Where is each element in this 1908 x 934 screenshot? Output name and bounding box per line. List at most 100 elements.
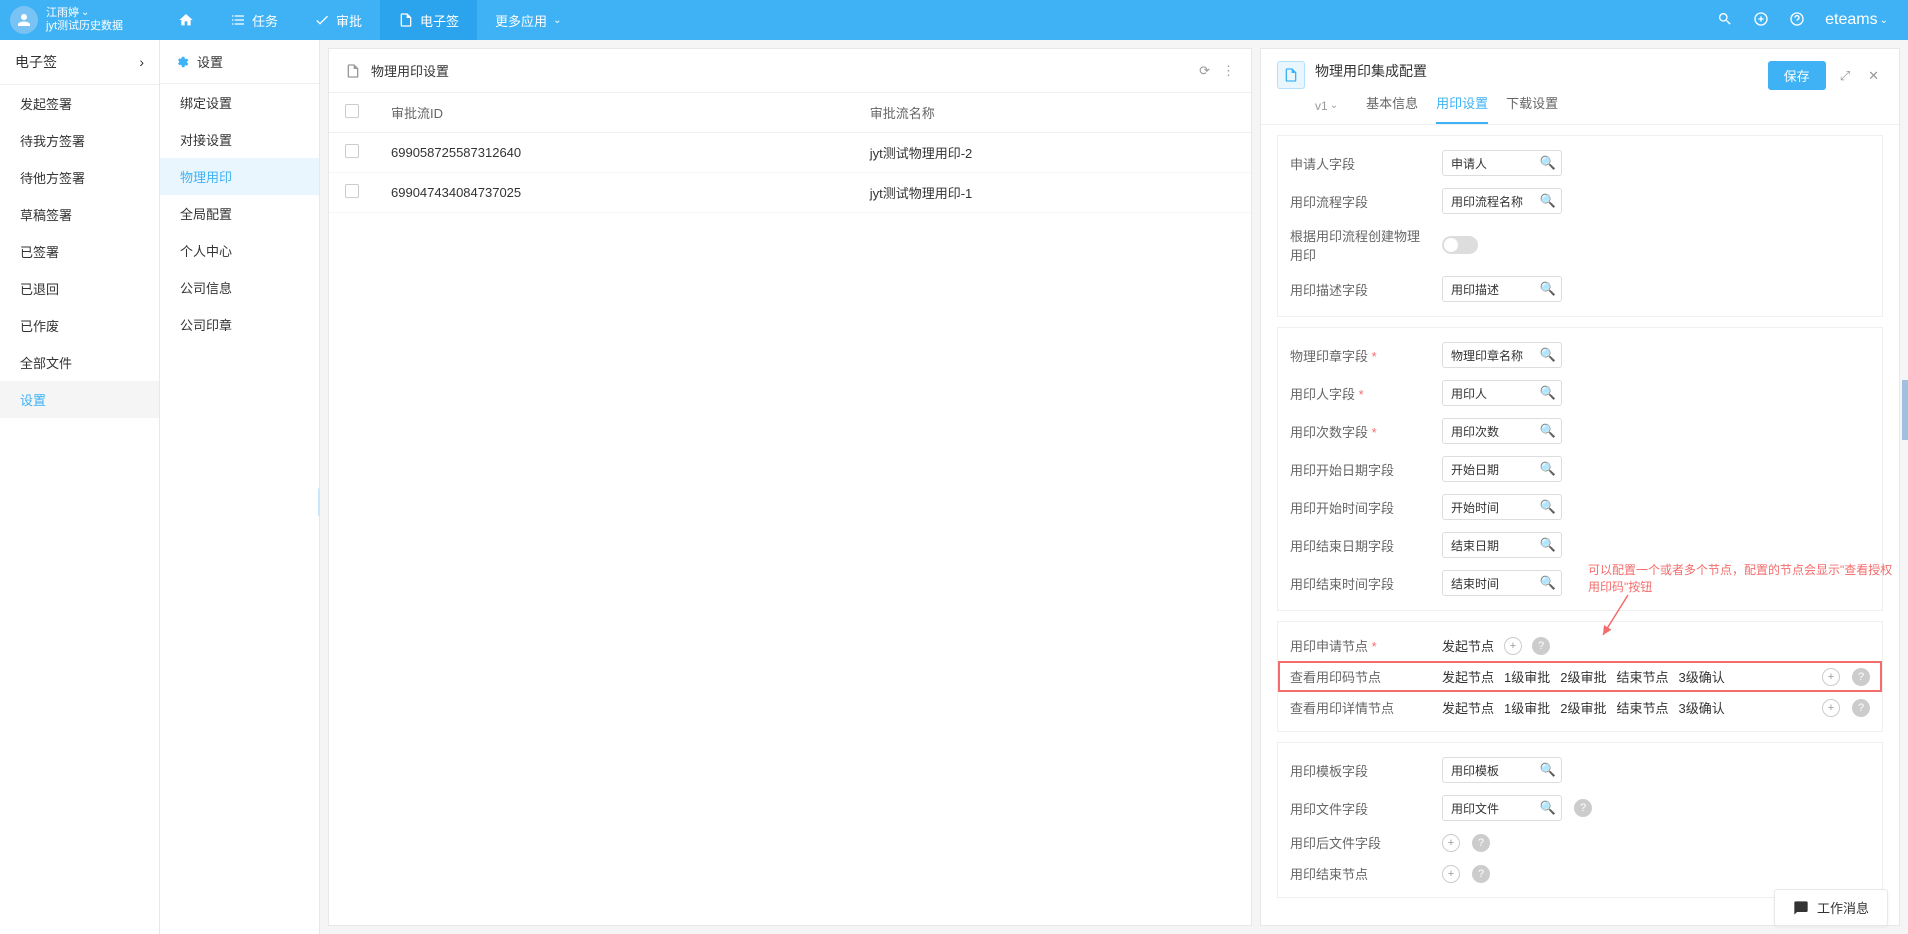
settings-item-company-info[interactable]: 公司信息 — [160, 269, 319, 306]
start-time-label: 用印开始时间字段 — [1290, 498, 1430, 517]
view-detail-node-label: 查看用印详情节点 — [1290, 698, 1430, 717]
refresh-icon[interactable]: ⟳ — [1199, 63, 1210, 79]
scrollbar[interactable] — [1902, 380, 1908, 440]
top-navigation: 江雨婷⌄ jyt测试历史数据 任务 审批 电子签 更多应用⌄ eteams⌄ — [0, 0, 1908, 40]
node-tag: 发起节点 — [1442, 667, 1494, 686]
end-date-label: 用印结束日期字段 — [1290, 536, 1430, 555]
help-icon[interactable]: ? — [1852, 668, 1870, 686]
user-section[interactable]: 江雨婷⌄ jyt测试历史数据 — [10, 6, 160, 34]
add-node-button[interactable]: + — [1822, 699, 1840, 717]
nav-approval[interactable]: 审批 — [296, 0, 380, 40]
form-section-4: 用印模板字段 🔍 用印文件字段 🔍 ? 用印后文件字段 + ? 用印结束 — [1277, 742, 1883, 898]
help-icon[interactable]: ? — [1574, 799, 1592, 817]
nav-home[interactable] — [160, 0, 212, 40]
help-icon[interactable]: ? — [1472, 865, 1490, 883]
help-icon[interactable]: ? — [1472, 834, 1490, 852]
avatar[interactable] — [10, 6, 38, 34]
tab-seal-settings[interactable]: 用印设置 — [1436, 87, 1488, 124]
search-icon[interactable]: 🔍 — [1540, 347, 1556, 363]
add-icon[interactable] — [1753, 11, 1769, 30]
nav-more[interactable]: 更多应用⌄ — [477, 0, 579, 40]
node-tag: 3级确认 — [1679, 698, 1725, 717]
more-icon[interactable]: ⋮ — [1222, 63, 1235, 79]
create-physical-label: 根据用印流程创建物理用印 — [1290, 226, 1430, 264]
help-icon[interactable]: ? — [1532, 637, 1550, 655]
search-icon[interactable]: 🔍 — [1540, 800, 1556, 816]
nav-right: eteams⌄ — [1717, 11, 1898, 30]
sidebar-item-draft[interactable]: 草稿签署 — [0, 196, 159, 233]
add-node-button[interactable]: + — [1504, 637, 1522, 655]
view-code-node-label: 查看用印码节点 — [1290, 667, 1430, 686]
sidebar-item-allfiles[interactable]: 全部文件 — [0, 344, 159, 381]
close-icon[interactable]: ✕ — [1864, 64, 1883, 88]
file-field-label: 用印文件字段 — [1290, 799, 1430, 818]
expand-icon[interactable]: ⤢ — [1836, 64, 1854, 88]
search-icon[interactable]: 🔍 — [1540, 281, 1556, 297]
search-icon[interactable]: 🔍 — [1540, 193, 1556, 209]
nav-esign[interactable]: 电子签 — [380, 0, 477, 40]
settings-item-global[interactable]: 全局配置 — [160, 195, 319, 232]
detail-panel: 物理用印集成配置 v1⌄ 基本信息 用印设置 下载设置 保存 ⤢ ✕ — [1260, 48, 1900, 926]
sidebar-item-pending-other[interactable]: 待他方签署 — [0, 159, 159, 196]
chevron-down-icon[interactable]: ⌄ — [81, 7, 89, 19]
sidebar-esign: 电子签 › 发起签署 待我方签署 待他方签署 草稿签署 已签署 已退回 已作废 … — [0, 40, 160, 934]
user-subtitle: jyt测试历史数据 — [46, 20, 123, 33]
node-tag: 结束节点 — [1616, 667, 1668, 686]
search-icon[interactable]: 🔍 — [1540, 537, 1556, 553]
row-checkbox[interactable] — [345, 144, 359, 158]
search-icon[interactable]: 🔍 — [1540, 499, 1556, 515]
sidebar-title[interactable]: 电子签 › — [0, 40, 159, 85]
end-time-label: 用印结束时间字段 — [1290, 574, 1430, 593]
settings-item-physical[interactable]: 物理用印 — [160, 158, 319, 195]
search-icon[interactable]: 🔍 — [1540, 575, 1556, 591]
settings-header: 设置 — [160, 40, 319, 84]
create-physical-toggle[interactable] — [1442, 236, 1478, 254]
row-checkbox[interactable] — [345, 184, 359, 198]
checkbox-all[interactable] — [345, 104, 359, 118]
nav-items: 任务 审批 电子签 更多应用⌄ — [160, 0, 579, 40]
work-message-button[interactable]: 工作消息 — [1774, 889, 1888, 926]
search-icon[interactable]: 🔍 — [1540, 461, 1556, 477]
sidebar-item-pending-mine[interactable]: 待我方签署 — [0, 122, 159, 159]
user-field-label: 用印人字段 — [1290, 384, 1430, 403]
sidebar-item-signed[interactable]: 已签署 — [0, 233, 159, 270]
help-icon[interactable] — [1789, 11, 1805, 30]
add-button[interactable]: + — [1442, 865, 1460, 883]
version-selector[interactable]: v1⌄ — [1315, 87, 1338, 124]
search-icon[interactable]: 🔍 — [1540, 385, 1556, 401]
node-tag: 2级审批 — [1560, 698, 1606, 717]
settings-item-binding[interactable]: 绑定设置 — [160, 84, 319, 121]
detail-doc-icon — [1277, 61, 1305, 89]
col-approval-id: 审批流ID — [375, 93, 854, 133]
add-node-button[interactable]: + — [1822, 668, 1840, 686]
search-icon[interactable]: 🔍 — [1540, 762, 1556, 778]
node-tag: 3级确认 — [1679, 667, 1725, 686]
node-tag: 1级审批 — [1504, 667, 1550, 686]
table-row[interactable]: 699058725587312640 jyt测试物理用印-2 — [329, 133, 1251, 173]
settings-item-personal[interactable]: 个人中心 — [160, 232, 319, 269]
end-node-field-label: 用印结束节点 — [1290, 864, 1430, 883]
search-icon[interactable]: 🔍 — [1540, 155, 1556, 171]
sidebar-item-settings[interactable]: 设置 — [0, 381, 159, 418]
view-code-node-row: 查看用印码节点 发起节点 1级审批 2级审批 结束节点 3级确认 + ? — [1278, 661, 1882, 692]
settings-item-company-seal[interactable]: 公司印章 — [160, 306, 319, 343]
sidebar-item-returned[interactable]: 已退回 — [0, 270, 159, 307]
save-button[interactable]: 保存 — [1768, 61, 1826, 90]
table-row[interactable]: 699047434084737025 jyt测试物理用印-1 — [329, 173, 1251, 213]
add-button[interactable]: + — [1442, 834, 1460, 852]
tab-basic-info[interactable]: 基本信息 — [1366, 87, 1418, 124]
after-file-field-label: 用印后文件字段 — [1290, 833, 1430, 852]
nav-tasks[interactable]: 任务 — [212, 0, 296, 40]
settings-item-docking[interactable]: 对接设置 — [160, 121, 319, 158]
sidebar-item-voided[interactable]: 已作废 — [0, 307, 159, 344]
tab-download-settings[interactable]: 下载设置 — [1506, 87, 1558, 124]
apply-node-label: 用印申请节点 — [1290, 636, 1430, 655]
process-field-label: 用印流程字段 — [1290, 192, 1430, 211]
help-icon[interactable]: ? — [1852, 699, 1870, 717]
search-icon[interactable] — [1717, 11, 1733, 30]
logo[interactable]: eteams⌄ — [1825, 11, 1888, 29]
node-tag: 结束节点 — [1616, 698, 1668, 717]
seal-field-label: 物理印章字段 — [1290, 346, 1430, 365]
sidebar-item-initiate[interactable]: 发起签署 — [0, 85, 159, 122]
search-icon[interactable]: 🔍 — [1540, 423, 1556, 439]
